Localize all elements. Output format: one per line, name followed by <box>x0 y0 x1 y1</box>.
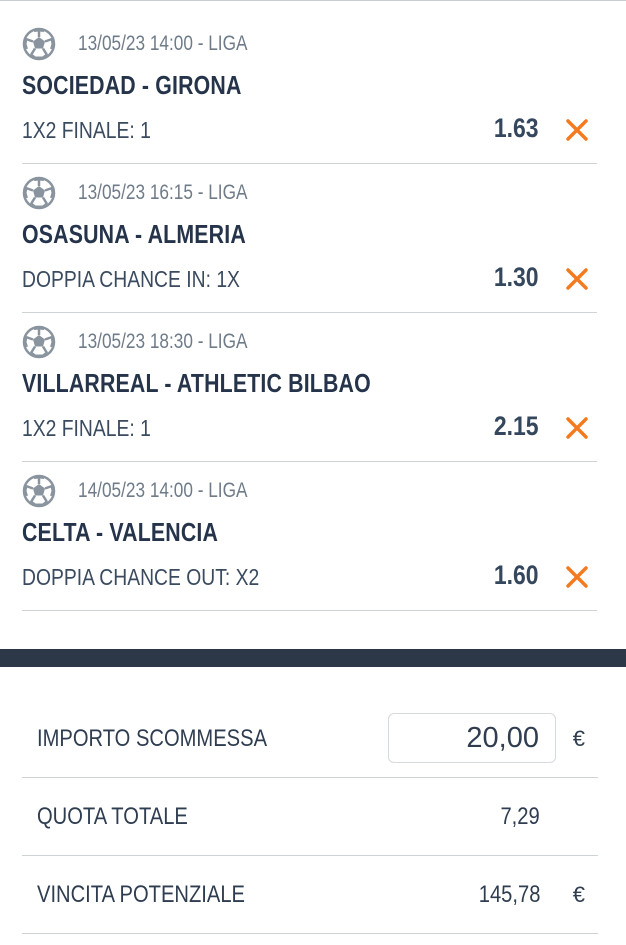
bet-meta: 13/05/23 16:15 - LIGA <box>22 176 285 210</box>
bet-date: 13/05/23 16:15 - LIGA <box>78 181 248 204</box>
bet-date: 13/05/23 14:00 - LIGA <box>78 32 248 55</box>
stake-row: IMPORTO SCOMMESSA € <box>22 700 598 778</box>
bet-item: 14/05/23 14:00 - LIGA CELTA - VALENCIA D… <box>22 474 597 611</box>
soccer-ball-icon <box>22 176 56 210</box>
bet-date: 13/05/23 18:30 - LIGA <box>78 330 248 353</box>
close-x-icon[interactable] <box>565 118 589 142</box>
market-selection: DOPPIA CHANCE IN: 1X <box>22 266 240 292</box>
match-name: OSASUNA - ALMERIA <box>22 219 246 249</box>
soccer-ball-icon <box>22 474 56 508</box>
soccer-ball-icon <box>22 325 56 359</box>
currency-symbol: € <box>572 882 585 907</box>
total-odds-value: 7,29 <box>500 803 540 830</box>
close-x-icon[interactable] <box>565 416 589 440</box>
market-selection: DOPPIA CHANCE OUT: X2 <box>22 564 260 590</box>
potential-win-row: VINCITA POTENZIALE 145,78 € <box>22 856 598 934</box>
bet-item: 13/05/23 14:00 - LIGA SOCIEDAD - GIRONA … <box>22 27 597 164</box>
odd-value: 2.15 <box>494 411 539 441</box>
odd-value: 1.63 <box>494 113 539 143</box>
bet-item: 13/05/23 18:30 - LIGA VILLARREAL - ATHLE… <box>22 325 597 462</box>
total-odds-label: QUOTA TOTALE <box>37 803 188 830</box>
total-odds-row: QUOTA TOTALE 7,29 <box>22 778 598 856</box>
bet-meta: 13/05/23 14:00 - LIGA <box>22 27 285 61</box>
potential-win-label: VINCITA POTENZIALE <box>37 881 245 908</box>
odd-value: 1.60 <box>494 560 539 590</box>
close-x-icon[interactable] <box>565 267 589 291</box>
bet-item: 13/05/23 16:15 - LIGA OSASUNA - ALMERIA … <box>22 176 597 313</box>
section-divider-bar <box>0 649 626 667</box>
odd-value: 1.30 <box>494 262 539 292</box>
potential-win-value: 145,78 <box>478 881 540 908</box>
bet-meta: 13/05/23 18:30 - LIGA <box>22 325 285 359</box>
bet-date: 14/05/23 14:00 - LIGA <box>78 479 248 502</box>
match-name: SOCIEDAD - GIRONA <box>22 70 242 100</box>
soccer-ball-icon <box>22 27 56 61</box>
match-name: CELTA - VALENCIA <box>22 517 219 547</box>
match-name: VILLARREAL - ATHLETIC BILBAO <box>22 368 371 398</box>
close-x-icon[interactable] <box>565 565 589 589</box>
bet-meta: 14/05/23 14:00 - LIGA <box>22 474 285 508</box>
currency-symbol: € <box>572 726 585 751</box>
stake-input[interactable] <box>388 713 556 763</box>
stake-label: IMPORTO SCOMMESSA <box>37 725 268 752</box>
top-divider <box>0 0 626 1</box>
market-selection: 1X2 FINALE: 1 <box>22 415 151 441</box>
market-selection: 1X2 FINALE: 1 <box>22 117 151 143</box>
